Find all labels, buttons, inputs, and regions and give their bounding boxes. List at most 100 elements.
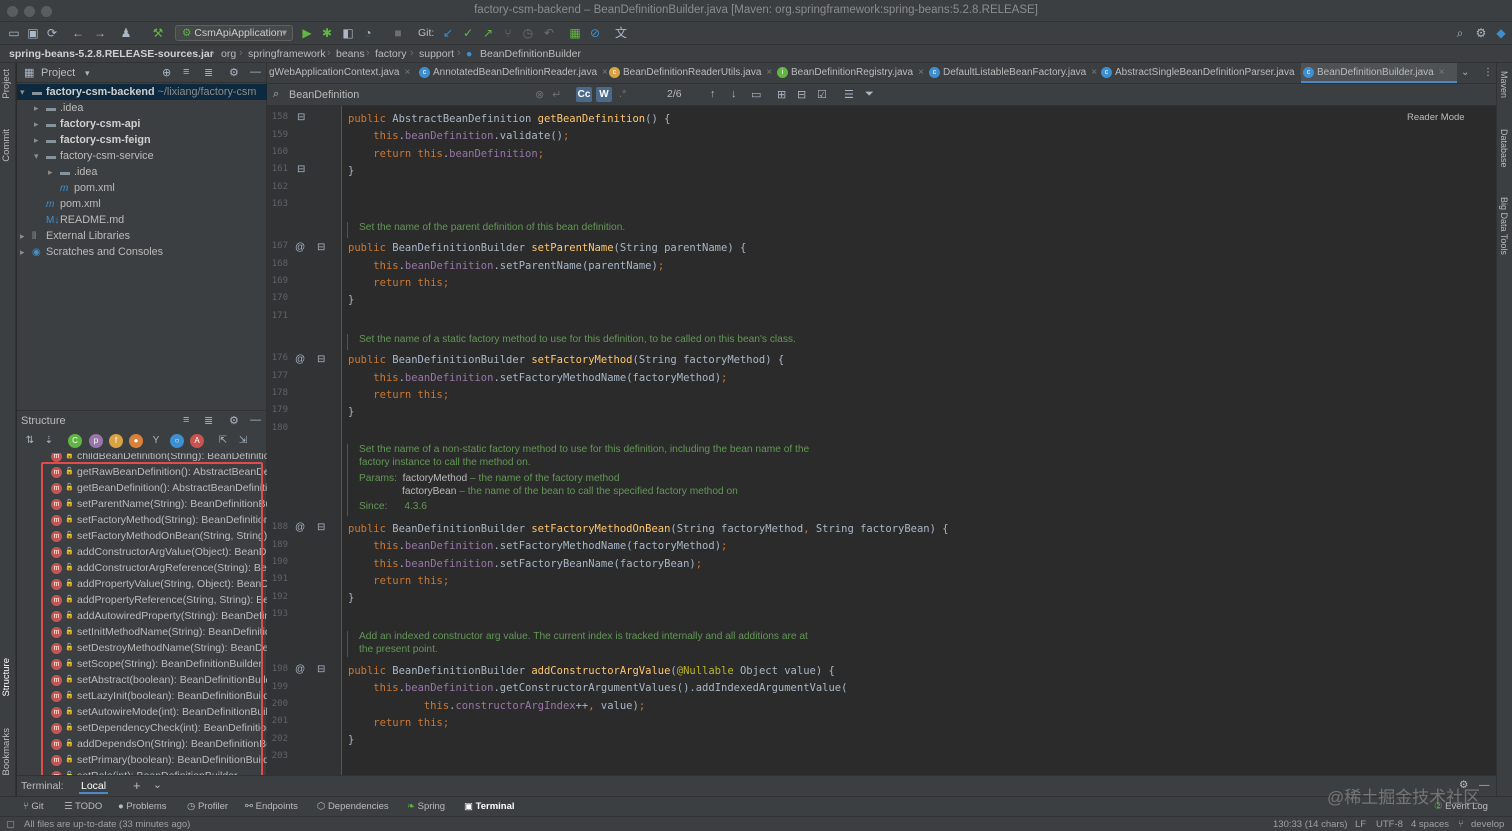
autoscroll-to-source-icon[interactable]: ⇱: [216, 434, 230, 448]
expand-all-icon[interactable]: ≡: [183, 66, 189, 78]
expand-all-icon[interactable]: ≡: [183, 414, 189, 426]
show-properties-icon[interactable]: p: [89, 434, 103, 448]
git-branch[interactable]: develop: [1471, 819, 1504, 830]
chevron-right-icon[interactable]: ▸: [48, 164, 60, 180]
back-icon[interactable]: ←: [70, 26, 86, 40]
tool-tab-todo[interactable]: ☰ TODO: [64, 801, 102, 812]
breadcrumb-springframework[interactable]: springframework: [248, 48, 326, 60]
autoscroll-from-source-icon[interactable]: ⇲: [236, 434, 250, 448]
run-icon[interactable]: ▶: [299, 26, 315, 40]
chevron-right-icon[interactable]: ▸: [34, 132, 46, 148]
regex-icon[interactable]: .*: [619, 88, 626, 100]
tool-tab-dependencies[interactable]: ⬡ Dependencies: [317, 801, 389, 812]
add-tab-icon[interactable]: +: [133, 778, 141, 793]
fold-icon[interactable]: ⊟: [317, 354, 325, 365]
open-in-window-icon[interactable]: ▭: [751, 88, 761, 101]
breadcrumb-beans[interactable]: beans: [336, 48, 365, 60]
close-icon[interactable]: ×: [1439, 67, 1445, 78]
structure-tool-tab[interactable]: Structure: [1, 658, 12, 697]
maven-tool-tab[interactable]: Maven: [1499, 71, 1509, 98]
collapse-all-icon[interactable]: ≣: [204, 66, 213, 79]
sort-alpha-icon[interactable]: ⇣: [42, 434, 56, 448]
chevron-down-icon[interactable]: ▾: [34, 148, 46, 164]
git-push-icon[interactable]: ↗: [480, 26, 496, 40]
stop-icon[interactable]: ■: [390, 26, 406, 40]
tool-tab-terminal[interactable]: ▣ Terminal: [464, 801, 515, 812]
select-all-occurrences-icon[interactable]: ⊟: [797, 88, 806, 101]
editor-tab[interactable]: c BeanDefinitionReaderUtils.java ×: [607, 63, 772, 83]
terminal-tab-local[interactable]: Local: [79, 780, 109, 794]
close-icon[interactable]: ×: [918, 67, 924, 78]
tree-item-pom[interactable]: m pom.xml: [60, 180, 115, 196]
editor-tab[interactable]: i BeanDefinitionRegistry.java ×: [775, 63, 924, 83]
tool-tab-profiler[interactable]: ◷ Profiler: [187, 801, 228, 812]
hide-icon[interactable]: —: [250, 66, 261, 78]
chevron-down-icon[interactable]: ⌄: [153, 779, 162, 791]
editor-tab-active[interactable]: c BeanDefinitionBuilder.java ×: [1301, 63, 1457, 83]
fold-icon[interactable]: ⊟: [317, 664, 325, 675]
show-lambdas-icon[interactable]: Y: [149, 434, 163, 448]
run-configuration-select[interactable]: ⚙ CsmApiApplication ▾: [175, 25, 293, 41]
tool-tab-git[interactable]: ⑂ Git: [23, 801, 43, 812]
close-icon[interactable]: ×: [766, 67, 772, 78]
sort-visibility-icon[interactable]: ⇅: [23, 434, 37, 448]
editor-tab[interactable]: gWebApplicationContext.java ×: [267, 63, 410, 83]
project-panel-title[interactable]: Project: [41, 67, 75, 79]
project-tool-tab[interactable]: Project: [1, 69, 12, 99]
no-entry-icon[interactable]: ⊘: [587, 26, 603, 40]
terminal-icon[interactable]: ▦: [567, 26, 583, 40]
fold-icon[interactable]: ⊟: [297, 164, 305, 175]
git-update-icon[interactable]: ↙: [440, 26, 456, 40]
tree-item-scratches[interactable]: ▸ ◉ Scratches and Consoles: [20, 244, 163, 260]
history-icon[interactable]: ↵: [552, 88, 561, 101]
cursor-position[interactable]: 130:33 (14 chars): [1273, 819, 1347, 830]
forward-icon[interactable]: →: [92, 26, 108, 40]
chevron-right-icon[interactable]: ▸: [20, 244, 32, 260]
editor-tab[interactable]: c AbstractSingleBeanDefinitionParser.java…: [1099, 63, 1305, 83]
editor-tab[interactable]: c AnnotatedBeanDefinitionReader.java ×: [417, 63, 608, 83]
close-icon[interactable]: ×: [404, 67, 410, 78]
inspection-ok-icon[interactable]: ✓: [1479, 111, 1480, 122]
big-data-tools-tab[interactable]: Big Data Tools: [1499, 197, 1509, 255]
show-anonymous-icon[interactable]: ○: [170, 434, 184, 448]
hide-icon[interactable]: —: [250, 414, 261, 426]
tree-item-root[interactable]: ▾ ▬ factory-csm-backend ~/lixiang/factory-…: [17, 84, 267, 100]
tool-tab-endpoints[interactable]: ⚯ Endpoints: [245, 801, 298, 812]
code-editor[interactable]: 158 159 160 161 162 163 167 168 169 170 171 176 177 1…: [267, 106, 1480, 775]
breadcrumb-org[interactable]: org: [221, 48, 236, 60]
close-icon[interactable]: ×: [1091, 67, 1097, 78]
show-inherited-icon[interactable]: C: [68, 434, 82, 448]
chevron-down-icon[interactable]: ▾: [20, 84, 32, 100]
git-commit-icon[interactable]: ✓: [460, 26, 476, 40]
show-abstract-icon[interactable]: A: [190, 434, 204, 448]
fold-icon[interactable]: ⊟: [297, 112, 305, 123]
database-tool-tab[interactable]: Database: [1499, 129, 1509, 168]
commit-tool-tab[interactable]: Commit: [1, 129, 12, 162]
tree-item-api[interactable]: ▸ ▬ factory-csm-api: [34, 116, 140, 132]
tool-tab-problems[interactable]: ● Problems: [118, 801, 167, 812]
file-encoding[interactable]: UTF-8: [1376, 819, 1403, 830]
gear-icon[interactable]: ⚙: [229, 414, 239, 427]
chevron-down-icon[interactable]: ⌄: [1459, 63, 1469, 83]
user-icon[interactable]: ♟: [118, 26, 134, 40]
line-separator[interactable]: LF: [1355, 819, 1366, 830]
translate-icon[interactable]: 文: [613, 26, 629, 40]
editor-tab[interactable]: c DefaultListableBeanFactory.java ×: [927, 63, 1097, 83]
locate-icon[interactable]: ⊕: [162, 66, 171, 79]
gear-icon[interactable]: ⚙: [1473, 26, 1489, 40]
tree-item-feign[interactable]: ▸ ▬ factory-csm-feign: [34, 132, 151, 148]
tree-item-idea[interactable]: ▸ ▬ .idea: [48, 164, 97, 180]
reader-mode-toggle[interactable]: Reader Mode: [1407, 112, 1465, 123]
gear-icon[interactable]: ⚙: [229, 66, 239, 79]
breadcrumb-support[interactable]: support: [419, 48, 454, 60]
select-all-icon[interactable]: ☑: [817, 88, 827, 101]
sync-icon[interactable]: ⟳: [44, 26, 60, 40]
search-icon[interactable]: ⌕: [1452, 26, 1468, 40]
tool-tab-spring[interactable]: ❧ Spring: [407, 801, 445, 812]
more-icon[interactable]: ⋮: [1481, 63, 1493, 83]
clear-icon[interactable]: ⊗: [535, 88, 544, 101]
show-non-public-icon[interactable]: ●: [129, 434, 143, 448]
breadcrumb-factory[interactable]: factory: [375, 48, 407, 60]
chevron-down-icon[interactable]: ▾: [85, 68, 90, 79]
hide-icon[interactable]: —: [1479, 779, 1490, 791]
